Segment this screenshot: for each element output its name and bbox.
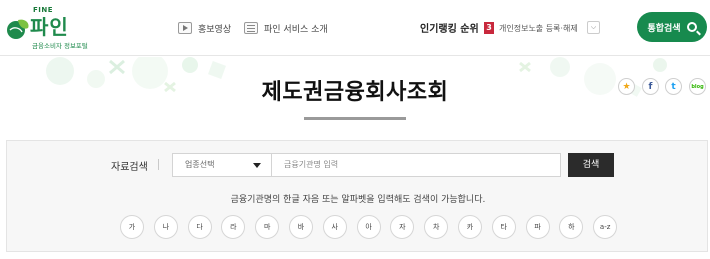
logo-leaf-icon xyxy=(7,19,29,39)
search-hint: 금융기관명의 한글 자음 또는 알파벳을 입력해도 검색이 가능합니다. xyxy=(230,195,486,205)
integrated-search-button[interactable]: 통합검색 xyxy=(637,12,707,42)
integrated-search-label: 통합검색 xyxy=(647,23,681,34)
institution-name-placeholder: 금융기관명 입력 xyxy=(284,160,339,169)
letter-filter-ga[interactable]: 가 xyxy=(120,215,144,239)
letter-filter-ta[interactable]: 타 xyxy=(491,215,516,239)
blog-icon: blog xyxy=(691,83,704,90)
label-divider xyxy=(158,159,159,170)
letter-filter-na[interactable]: 나 xyxy=(153,215,178,239)
search-icon xyxy=(686,22,697,32)
letter-filter-ja[interactable]: 자 xyxy=(390,215,415,239)
nav-service-intro[interactable]: 파인 서비스 소개 xyxy=(244,20,328,36)
letter-filter-cha[interactable]: 차 xyxy=(424,215,449,239)
title-underline xyxy=(304,117,406,120)
rank-number-badge: 3 xyxy=(484,22,494,34)
letter-filter-alphabet[interactable]: a-z xyxy=(593,215,618,239)
initial-letter-filter: 가 나 다 라 마 바 사 아 자 차 카 타 파 하 a-z xyxy=(120,215,618,239)
letter-filter-a[interactable]: 아 xyxy=(356,215,381,239)
popular-ranking-ticker[interactable]: 3 개인정보노출 등록·해제 ⌵ xyxy=(484,18,602,38)
industry-select-value: 업종선택 xyxy=(185,160,215,169)
site-logo[interactable]: FINE 파인 금융소비자 정보포털 xyxy=(6,6,88,50)
industry-select[interactable]: 업종선택 xyxy=(172,153,272,177)
blog-share-button[interactable]: blog xyxy=(689,78,706,95)
letter-filter-ka[interactable]: 카 xyxy=(457,215,482,239)
favorite-button[interactable]: ★ xyxy=(618,78,635,95)
video-icon xyxy=(178,22,192,34)
letter-filter-da[interactable]: 다 xyxy=(187,215,212,239)
search-label: 자료검색 xyxy=(111,162,148,173)
rank-item-text: 개인정보노출 등록·해제 xyxy=(499,23,578,33)
logo-subtitle: 금융소비자 정보포털 xyxy=(32,42,88,50)
document-icon xyxy=(244,22,258,34)
search-panel: 자료검색 업종선택 금융기관명 입력 검색 금융기관명의 한글 자음 또는 알파… xyxy=(6,140,708,252)
letter-filter-ba[interactable]: 바 xyxy=(288,215,313,239)
star-icon: ★ xyxy=(622,81,631,92)
twitter-icon: t xyxy=(671,81,676,92)
logo-title: 파인 xyxy=(30,15,69,39)
page-banner: 제도권금융회사조회 ★ f t blog xyxy=(0,57,710,120)
caret-down-icon xyxy=(253,163,261,168)
nav-promo-video[interactable]: 홍보영상 xyxy=(178,20,231,36)
letter-filter-pa[interactable]: 파 xyxy=(525,215,550,239)
popular-ranking-label: 인기랭킹 순위 xyxy=(420,24,479,35)
nav-promo-video-label: 홍보영상 xyxy=(198,24,232,35)
chevron-down-icon[interactable]: ⌵ xyxy=(587,21,600,34)
search-submit-button[interactable]: 검색 xyxy=(568,153,614,177)
letter-filter-sa[interactable]: 사 xyxy=(322,215,347,239)
facebook-icon: f xyxy=(648,81,653,92)
site-header: FINE 파인 금융소비자 정보포털 홍보영상 파인 서비스 소개 인기랭킹 순… xyxy=(0,0,710,56)
letter-filter-ra[interactable]: 라 xyxy=(221,215,246,239)
facebook-share-button[interactable]: f xyxy=(642,78,659,95)
letter-filter-ha[interactable]: 하 xyxy=(559,215,584,239)
nav-service-intro-label: 파인 서비스 소개 xyxy=(264,24,328,35)
institution-name-input[interactable]: 금융기관명 입력 xyxy=(271,153,561,177)
letter-filter-ma[interactable]: 마 xyxy=(255,215,280,239)
page-title: 제도권금융회사조회 xyxy=(261,80,449,105)
twitter-share-button[interactable]: t xyxy=(665,78,682,95)
